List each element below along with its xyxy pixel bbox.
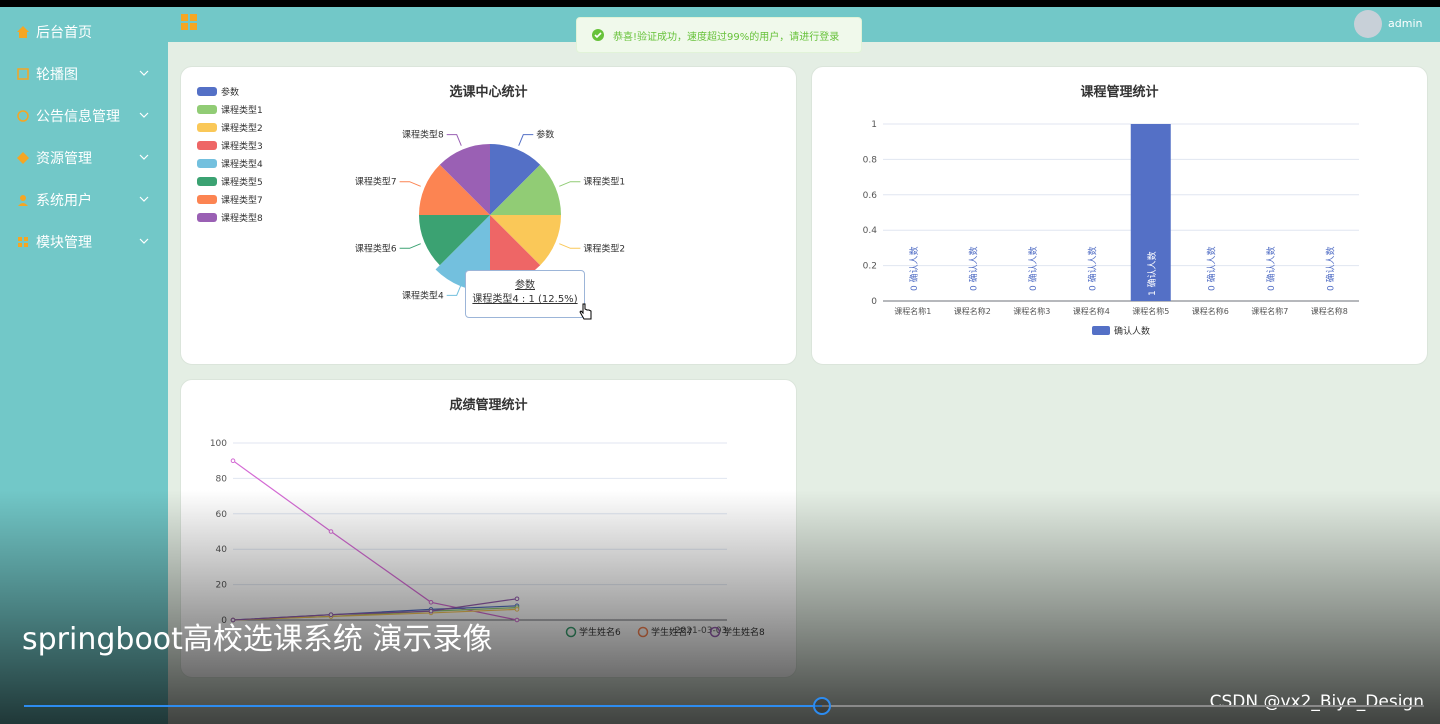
toast-text: 恭喜!验证成功，速度超过99%的用户，请进行登录 — [613, 31, 840, 43]
chevron-down-icon — [138, 67, 150, 83]
sidebar-item-label: 后台首页 — [36, 25, 92, 41]
y-tick-label: 0.8 — [863, 155, 878, 165]
sidebar-item-5[interactable]: 系统用户 — [0, 185, 168, 215]
sidebar-item-label: 资源管理 — [36, 151, 92, 167]
pie-chart[interactable]: 参数课程类型1课程类型2课程类型3课程类型4课程类型6课程类型7课程类型8 — [181, 67, 798, 366]
check-circle-icon — [591, 28, 605, 42]
bar-data-label: 0 确认人数 — [967, 246, 979, 291]
progress-handle[interactable] — [813, 697, 831, 715]
sidebar-item-6[interactable]: 模块管理 — [0, 227, 168, 257]
chevron-down-icon — [138, 109, 150, 125]
pie-label: 课程类型4 — [402, 289, 444, 301]
pie-label: 课程类型7 — [355, 176, 397, 188]
sidebar-item-label: 系统用户 — [36, 193, 92, 209]
watermark: CSDN @vx2_Biye_Design — [1209, 692, 1424, 712]
y-tick-label: 100 — [210, 439, 227, 449]
module-icon — [16, 235, 30, 249]
pie-label-line — [399, 243, 421, 249]
pie-label-line — [446, 284, 462, 296]
tooltip-text: 课程类型4 : 1 (12.5%) — [472, 294, 578, 305]
hand-cursor-icon — [579, 303, 593, 321]
sidebar-item-label: 模块管理 — [36, 235, 92, 251]
x-tick-label: 课程名称1 — [894, 306, 931, 316]
pie-label-line — [518, 134, 534, 146]
x-tick-label: 课程名称3 — [1013, 306, 1050, 316]
sidebar-item-label: 公告信息管理 — [36, 109, 120, 125]
pie-label: 课程类型6 — [355, 242, 397, 254]
bar-chart[interactable]: 0 0.2 0.4 0.6 0.8 1 0 确认人数课程名称1 0 确认人数课程名称2 0 确认… — [812, 67, 1429, 366]
x-tick-label: 课程名称2 — [954, 306, 991, 316]
x-tick-label: 课程名称8 — [1311, 306, 1348, 316]
success-toast: 恭喜!验证成功，速度超过99%的用户，请进行登录 — [576, 17, 862, 53]
username[interactable]: admin — [1388, 17, 1422, 30]
y-tick-label: 1 — [871, 120, 877, 130]
pie-chart-card: 选课中心统计 参数 课程类型1 课程类型2 课程类型3 课程类型4 课程类型5 课程类型7 课… — [180, 66, 797, 365]
home-icon — [16, 25, 30, 39]
avatar[interactable] — [1354, 10, 1382, 38]
image-icon — [16, 67, 30, 81]
line-point[interactable] — [230, 458, 236, 463]
resource-icon — [16, 151, 30, 165]
tooltip-title: 参数 — [515, 280, 535, 291]
pie-label: 课程类型2 — [583, 242, 625, 254]
chevron-down-icon — [138, 151, 150, 167]
legend-label: 确认人数 — [1114, 325, 1150, 337]
notice-icon — [16, 109, 30, 123]
bar-data-label: 0 确认人数 — [1205, 246, 1217, 291]
user-icon — [16, 193, 30, 207]
y-tick-label: 0 — [871, 297, 877, 307]
x-tick-label: 课程名称6 — [1192, 306, 1229, 316]
pie-label: 课程类型1 — [583, 176, 625, 188]
pie-label: 参数 — [536, 129, 554, 141]
sidebar-item-3[interactable]: 公告信息管理 — [0, 101, 168, 131]
bar-data-label: 1 确认人数 — [1146, 251, 1158, 296]
y-tick-label: 0.2 — [863, 262, 877, 272]
pie-label-line — [446, 134, 462, 146]
x-tick-label: 课程名称7 — [1251, 306, 1288, 316]
sidebar-item-1[interactable]: 后台首页 — [0, 17, 168, 47]
chevron-down-icon — [138, 193, 150, 209]
x-tick-label: 课程名称4 — [1073, 306, 1110, 316]
bar-data-label: 0 确认人数 — [1265, 246, 1277, 291]
bar-data-label: 0 确认人数 — [908, 246, 920, 291]
bar-data-label: 0 确认人数 — [1324, 246, 1336, 291]
video-overlay — [0, 490, 1440, 724]
pie-label-line — [559, 181, 581, 187]
chevron-down-icon — [138, 235, 150, 251]
sidebar-item-4[interactable]: 资源管理 — [0, 143, 168, 173]
legend-swatch — [1092, 326, 1110, 335]
pie-label: 课程类型8 — [402, 129, 444, 141]
progress-fill — [24, 705, 822, 707]
pie-label-line — [399, 181, 421, 187]
y-tick-label: 0.4 — [863, 226, 878, 236]
pie-label-line — [559, 243, 581, 249]
bar-chart-card: 课程管理统计 0 0.2 0.4 0.6 0.8 1 0 确认人数 课程名称1 0 确认人数 课程… — [811, 66, 1428, 365]
y-tick-label: 0.6 — [863, 191, 878, 201]
video-title: springboot高校选课系统 演示录像 — [22, 622, 493, 657]
chart-tooltip: 参数 课程类型4 : 1 (12.5%) — [465, 270, 585, 318]
x-tick-label: 课程名称5 — [1132, 306, 1169, 316]
sidebar-item-label: 轮播图 — [36, 67, 78, 83]
bar-data-label: 0 确认人数 — [1086, 246, 1098, 291]
menu-grid-icon[interactable] — [180, 13, 198, 31]
bar-data-label: 0 确认人数 — [1027, 246, 1039, 291]
sidebar-item-2[interactable]: 轮播图 — [0, 59, 168, 89]
y-tick-label: 80 — [216, 474, 228, 484]
